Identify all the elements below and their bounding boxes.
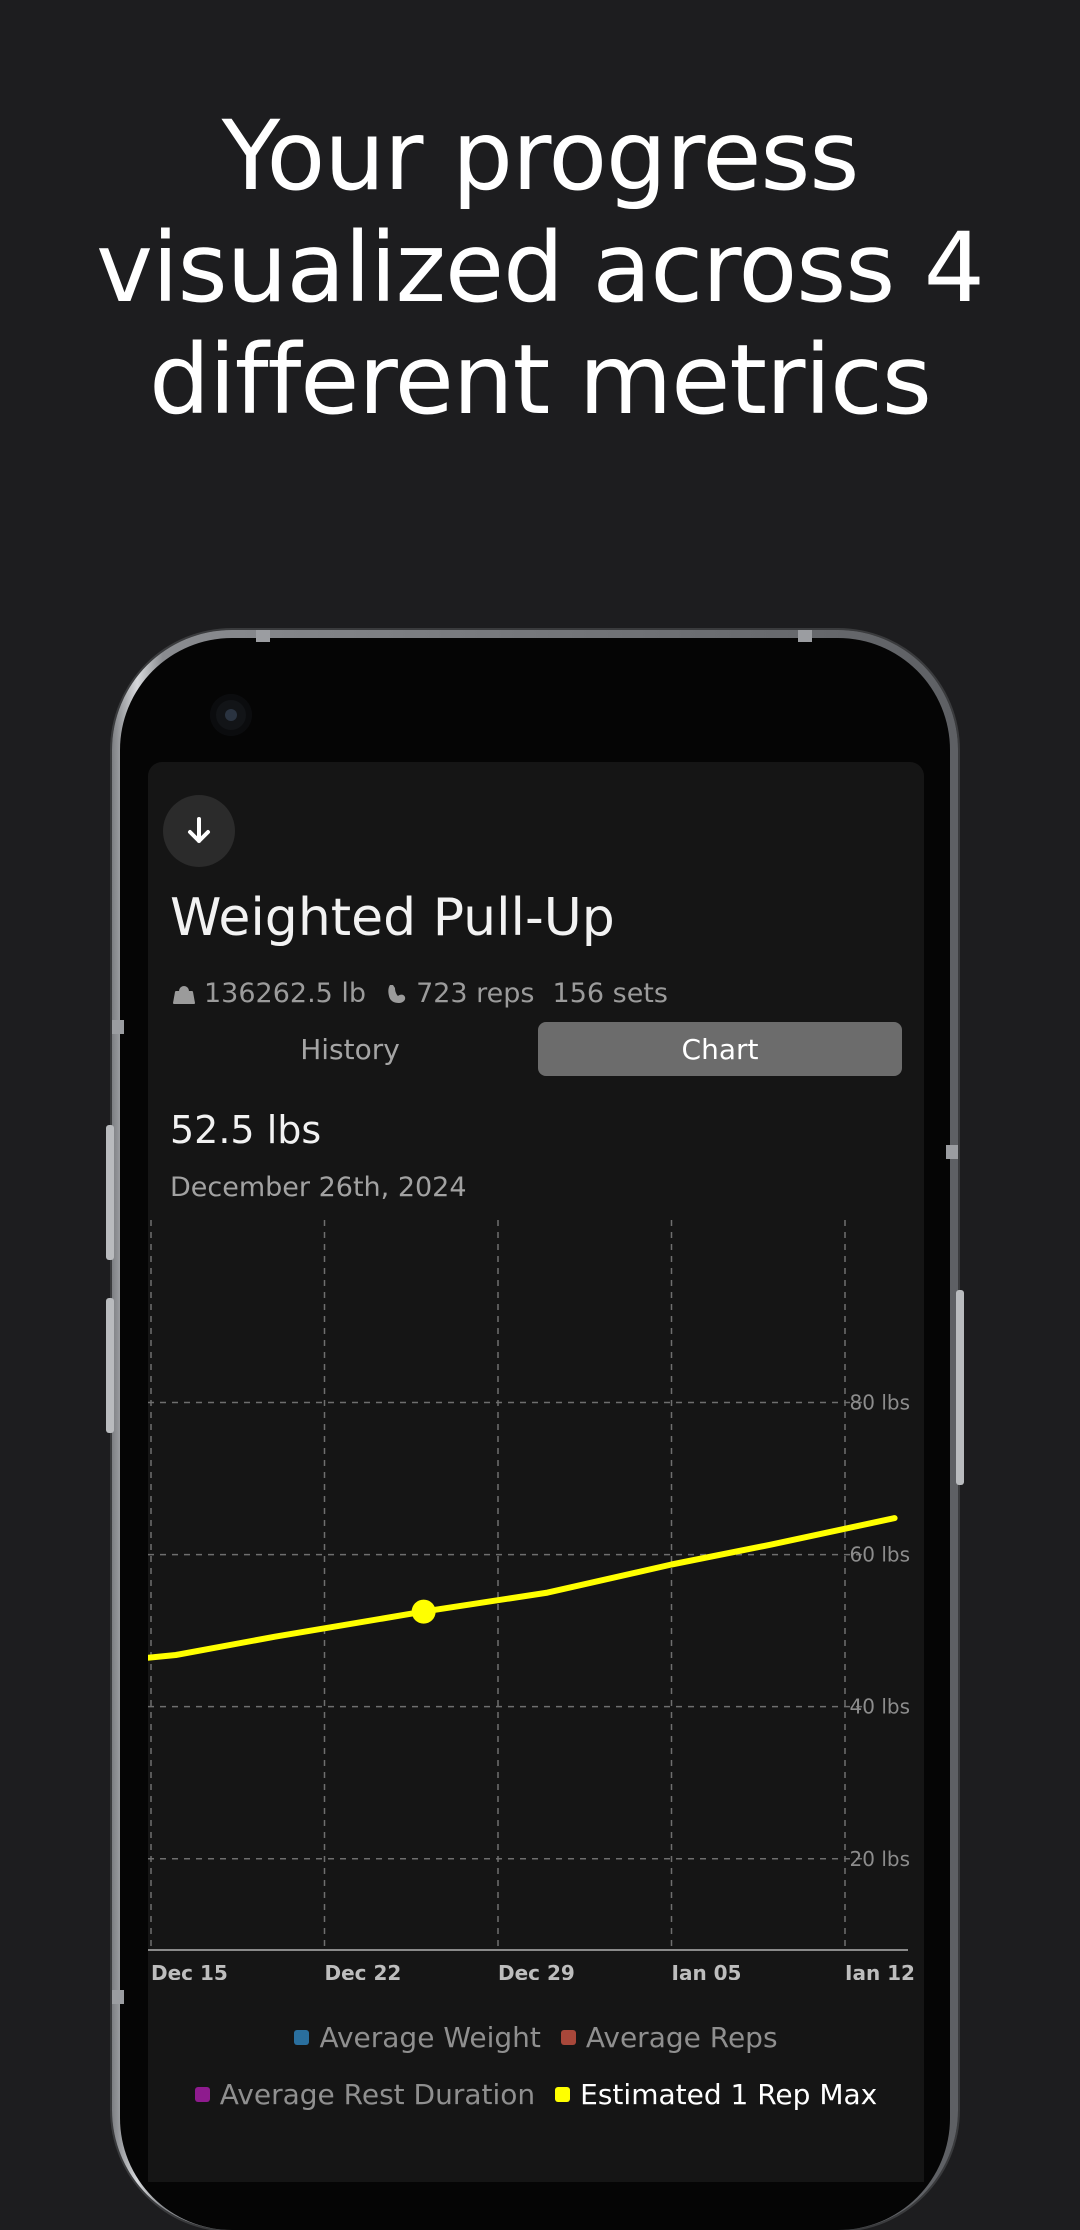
total-reps-value: 723 reps xyxy=(416,978,534,1009)
legend-row-2: Average Rest Duration Estimated 1 Rep Ma… xyxy=(148,2078,924,2111)
x-tick-label: Dec 29 xyxy=(498,1961,575,1980)
legend-average-reps[interactable]: Average Reps xyxy=(561,2021,778,2054)
volume-up-button xyxy=(106,1125,114,1260)
bicep-icon xyxy=(384,982,408,1006)
y-tick-label: 60 lbs xyxy=(850,1543,910,1567)
x-tick-label: Jan 12 xyxy=(843,1961,915,1980)
x-tick-label: Dec 22 xyxy=(325,1961,402,1980)
arrow-down-icon xyxy=(181,813,217,849)
close-sheet-button[interactable] xyxy=(163,795,235,867)
headline-line-1: Your progress xyxy=(0,100,1080,212)
antenna-band xyxy=(112,1020,124,1034)
antenna-band xyxy=(798,630,812,642)
legend-label: Average Weight xyxy=(319,2021,540,2054)
front-camera xyxy=(210,694,252,736)
total-weight: 136262.5 lb xyxy=(172,978,366,1009)
antenna-band xyxy=(256,630,270,642)
legend-estimated-1-rep-max[interactable]: Estimated 1 Rep Max xyxy=(555,2078,877,2111)
x-tick-label: Dec 15 xyxy=(151,1961,228,1980)
selected-data-point xyxy=(412,1600,436,1624)
weight-icon xyxy=(172,982,196,1006)
y-tick-label: 80 lbs xyxy=(850,1391,910,1415)
x-tick-label: Jan 05 xyxy=(670,1961,742,1980)
legend-swatch xyxy=(294,2030,309,2045)
total-sets: 156 sets xyxy=(553,978,668,1009)
legend-swatch xyxy=(195,2087,210,2102)
headline-line-3: different metrics xyxy=(0,324,1080,436)
exercise-stats: 136262.5 lb 723 reps 156 sets xyxy=(172,978,686,1009)
antenna-band xyxy=(112,1990,124,2004)
legend-average-weight[interactable]: Average Weight xyxy=(294,2021,540,2054)
total-sets-value: 156 sets xyxy=(553,978,668,1009)
progress-chart[interactable]: 20 lbs 40 lbs 60 lbs 80 lbs Dec 15 Dec 22 Dec … xyxy=(148,1220,924,1980)
tab-history[interactable]: History xyxy=(168,1022,532,1076)
tab-chart[interactable]: Chart xyxy=(538,1022,902,1076)
selected-point-value: 52.5 lbs xyxy=(170,1108,321,1152)
volume-down-button xyxy=(106,1298,114,1433)
headline-line-2: visualized across 4 xyxy=(0,212,1080,324)
legend-label: Average Reps xyxy=(586,2021,778,2054)
exercise-title: Weighted Pull-Up xyxy=(170,888,615,948)
series-line-estimated-1-rep-max xyxy=(148,1518,895,1665)
legend-swatch xyxy=(561,2030,576,2045)
legend-swatch xyxy=(555,2087,570,2102)
view-tabs: History Chart xyxy=(168,1022,904,1076)
selected-point-date: December 26th, 2024 xyxy=(170,1172,467,1203)
legend-label: Average Rest Duration xyxy=(220,2078,535,2111)
power-button xyxy=(956,1290,964,1485)
legend-row-1: Average Weight Average Reps xyxy=(148,2021,924,2054)
y-tick-label: 20 lbs xyxy=(850,1847,910,1871)
y-tick-label: 40 lbs xyxy=(850,1695,910,1719)
legend-label: Estimated 1 Rep Max xyxy=(580,2078,877,2111)
antenna-band xyxy=(946,1145,958,1159)
total-reps: 723 reps xyxy=(384,978,534,1009)
legend-average-rest-duration[interactable]: Average Rest Duration xyxy=(195,2078,535,2111)
headline: Your progress visualized across 4 differ… xyxy=(0,100,1080,436)
total-weight-value: 136262.5 lb xyxy=(204,978,366,1009)
